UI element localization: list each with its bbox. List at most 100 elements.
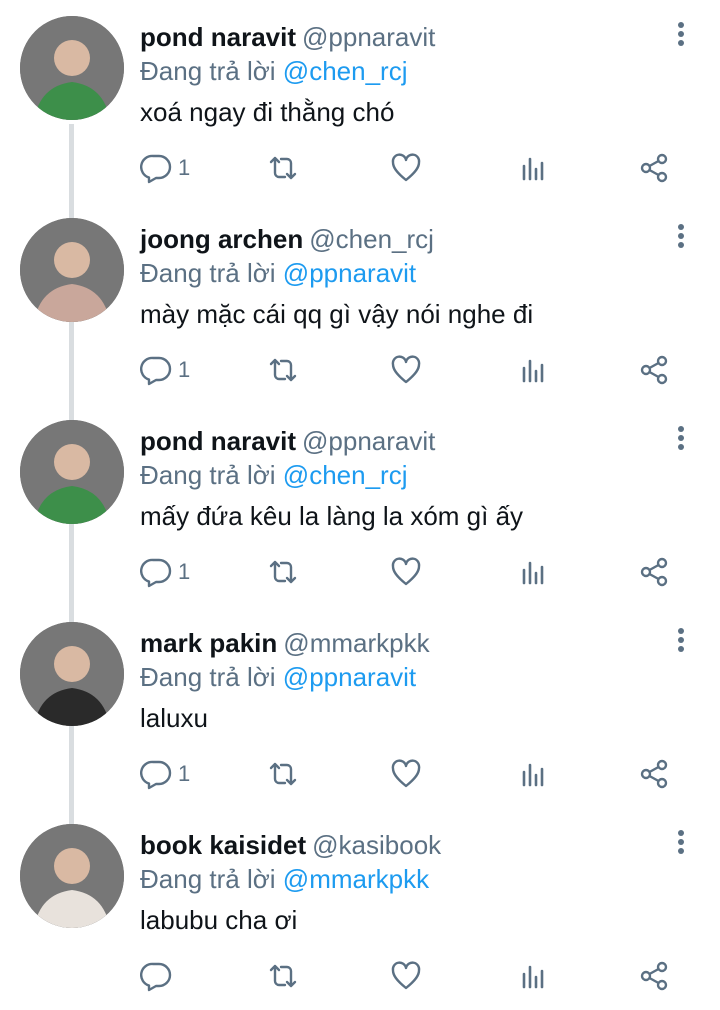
analytics-button[interactable] (517, 552, 549, 592)
tweet-content: book kaisidet @kasibook Đang trả lời @mma… (140, 828, 660, 937)
analytics-button[interactable] (517, 754, 549, 794)
reply-icon (140, 962, 172, 992)
avatar[interactable] (20, 622, 124, 726)
retweet-button[interactable] (267, 350, 299, 390)
like-button[interactable] (390, 754, 422, 794)
share-button[interactable] (638, 956, 670, 996)
author-handle[interactable]: @chen_rcj (309, 224, 434, 254)
avatar-photo (20, 824, 124, 928)
analytics-icon (522, 561, 544, 585)
tweet-actions (140, 956, 680, 996)
tweet-header: book kaisidet @kasibook (140, 828, 660, 862)
analytics-button[interactable] (517, 350, 549, 390)
tweet-content: pond naravit @ppnaravit Đang trả lời @che… (140, 20, 660, 129)
tweet[interactable]: pond naravit @ppnaravit Đang trả lời @che… (0, 404, 720, 606)
avatar-photo (20, 218, 124, 322)
reply-icon (140, 558, 172, 588)
replying-to-label: Đang trả lời (140, 662, 276, 692)
retweet-icon (269, 762, 297, 786)
replying-to: Đang trả lời @ppnaravit (140, 660, 660, 694)
retweet-button[interactable] (267, 552, 299, 592)
reply-icon (140, 760, 172, 790)
more-options-icon[interactable] (676, 22, 686, 50)
share-icon (640, 759, 668, 789)
tweet[interactable]: book kaisidet @kasibook Đang trả lời @mma… (0, 808, 720, 1010)
replying-to-label: Đang trả lời (140, 460, 276, 490)
replying-to-handle[interactable]: @ppnaravit (283, 258, 416, 288)
author-handle[interactable]: @ppnaravit (302, 426, 435, 456)
replying-to-label: Đang trả lời (140, 864, 276, 894)
share-button[interactable] (638, 754, 670, 794)
avatar[interactable] (20, 16, 124, 120)
tweet-header: pond naravit @ppnaravit (140, 424, 660, 458)
retweet-button[interactable] (267, 956, 299, 996)
avatar[interactable] (20, 420, 124, 524)
share-button[interactable] (638, 148, 670, 188)
like-button[interactable] (390, 956, 422, 996)
author-name[interactable]: mark pakin (140, 628, 277, 658)
reply-count: 1 (178, 155, 191, 180)
tweet-content: mark pakin @mmarkpkk Đang trả lời @ppnara… (140, 626, 660, 735)
reply-button[interactable]: 1 (140, 754, 190, 794)
tweet-actions: 1 (140, 148, 680, 188)
retweet-icon (269, 358, 297, 382)
tweet-text: mấy đứa kêu la làng la xóm gì ấy (140, 501, 524, 531)
avatar[interactable] (20, 824, 124, 928)
avatar-photo (20, 16, 124, 120)
reply-count: 1 (178, 559, 191, 584)
author-name[interactable]: pond naravit (140, 22, 296, 52)
replying-to-label: Đang trả lời (140, 56, 276, 86)
share-button[interactable] (638, 350, 670, 390)
tweet[interactable]: joong archen @chen_rcj Đang trả lời @ppna… (0, 202, 720, 404)
share-icon (640, 961, 668, 991)
author-name[interactable]: joong archen (140, 224, 303, 254)
reply-button[interactable]: 1 (140, 350, 190, 390)
retweet-icon (269, 560, 297, 584)
like-button[interactable] (390, 350, 422, 390)
replying-to-handle[interactable]: @ppnaravit (283, 662, 416, 692)
tweet-actions: 1 (140, 350, 680, 390)
heart-icon (391, 759, 421, 788)
more-options-icon[interactable] (676, 426, 686, 454)
retweet-button[interactable] (267, 148, 299, 188)
like-button[interactable] (390, 148, 422, 188)
share-icon (640, 153, 668, 183)
retweet-icon (269, 964, 297, 988)
like-button[interactable] (390, 552, 422, 592)
analytics-icon (522, 157, 544, 181)
replying-to-handle[interactable]: @mmarkpkk (283, 864, 429, 894)
replying-to-handle[interactable]: @chen_rcj (283, 460, 408, 490)
reply-button[interactable]: 1 (140, 552, 190, 592)
replying-to: Đang trả lời @ppnaravit (140, 256, 660, 290)
analytics-button[interactable] (517, 148, 549, 188)
more-options-icon[interactable] (676, 830, 686, 858)
reply-button[interactable] (140, 956, 178, 996)
replying-to-handle[interactable]: @chen_rcj (283, 56, 408, 86)
tweet-content: joong archen @chen_rcj Đang trả lời @ppna… (140, 222, 660, 331)
heart-icon (391, 153, 421, 182)
tweet-text: laluxu (140, 703, 208, 733)
author-name[interactable]: pond naravit (140, 426, 296, 456)
heart-icon (391, 355, 421, 384)
reply-button[interactable]: 1 (140, 148, 190, 188)
tweet-actions: 1 (140, 754, 680, 794)
author-handle[interactable]: @ppnaravit (302, 22, 435, 52)
heart-icon (391, 557, 421, 586)
author-handle[interactable]: @mmarkpkk (283, 628, 429, 658)
reply-count: 1 (178, 761, 191, 786)
retweet-button[interactable] (267, 754, 299, 794)
author-handle[interactable]: @kasibook (312, 830, 441, 860)
analytics-icon (522, 359, 544, 383)
tweet[interactable]: pond naravit @ppnaravit Đang trả lời @che… (0, 0, 720, 202)
analytics-button[interactable] (517, 956, 549, 996)
tweet[interactable]: mark pakin @mmarkpkk Đang trả lời @ppnara… (0, 606, 720, 808)
avatar[interactable] (20, 218, 124, 322)
share-button[interactable] (638, 552, 670, 592)
avatar-photo (20, 622, 124, 726)
heart-icon (391, 961, 421, 990)
author-name[interactable]: book kaisidet (140, 830, 306, 860)
reply-icon (140, 154, 172, 184)
tweet-actions: 1 (140, 552, 680, 592)
more-options-icon[interactable] (676, 628, 686, 656)
more-options-icon[interactable] (676, 224, 686, 252)
